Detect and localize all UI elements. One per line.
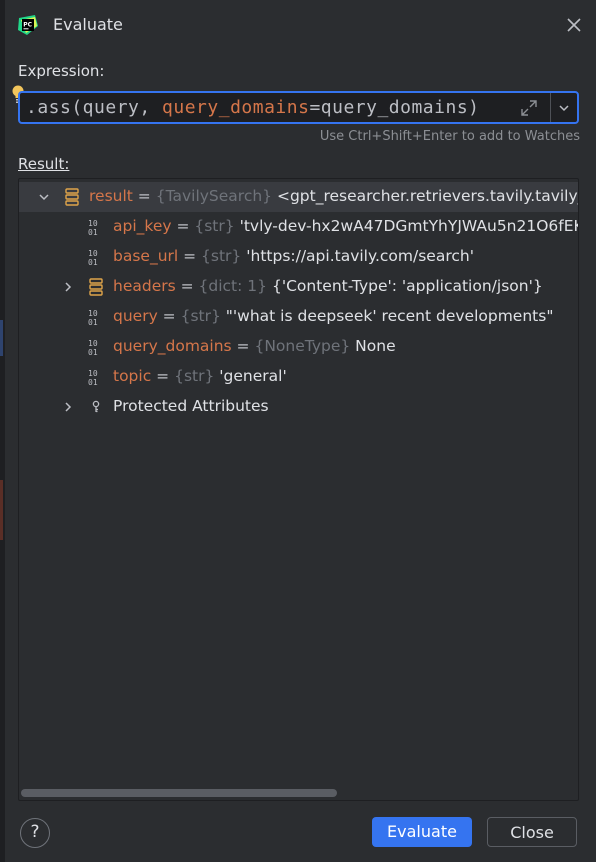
- tree-row-text: topic = {str} 'general': [113, 367, 287, 385]
- tree-row-protected-attributes[interactable]: Protected Attributes: [19, 392, 578, 422]
- tree-row-headers[interactable]: headers = {dict: 1} {'Content-Type': 'ap…: [19, 272, 578, 302]
- chevron-down-icon[interactable]: [36, 189, 52, 205]
- var-value: 'general': [219, 367, 287, 385]
- close-button[interactable]: Close: [487, 817, 577, 847]
- evaluate-button[interactable]: Evaluate: [372, 817, 472, 847]
- watches-hint: Use Ctrl+Shift+Enter to add to Watches: [319, 129, 580, 144]
- svg-text:10: 10: [88, 309, 98, 318]
- svg-text:01: 01: [88, 318, 98, 327]
- svg-text:10: 10: [88, 369, 98, 378]
- tree-row-query-domains[interactable]: 10 01 query_domains = {NoneType} None: [19, 332, 578, 362]
- tree-row-text: base_url = {str} 'https://api.tavily.com…: [113, 247, 474, 265]
- svg-text:01: 01: [88, 258, 98, 267]
- primitive-value-icon: 10 01: [88, 309, 98, 327]
- key-icon: [92, 400, 100, 413]
- tree-row-base-url[interactable]: 10 01 base_url = {str} 'https://api.tavi…: [19, 242, 578, 272]
- var-type: {str}: [201, 247, 242, 265]
- var-name: query: [113, 307, 158, 325]
- chevron-down-icon[interactable]: [556, 100, 572, 116]
- expression-text[interactable]: .ass(query, query_domains=query_domains): [26, 97, 480, 118]
- tree-row-result[interactable]: result = {TavilySearch} <gpt_researcher.…: [19, 182, 578, 212]
- result-tree[interactable]: result = {TavilySearch} <gpt_researcher.…: [18, 178, 579, 801]
- var-name: api_key: [113, 217, 172, 235]
- object-icon: [65, 188, 79, 206]
- tree-row-text: result = {TavilySearch} <gpt_researcher.…: [89, 187, 578, 205]
- primitive-value-icon: 10 01: [88, 369, 98, 387]
- var-value: 'tvly-dev-hx2wA47DGmtYhYJWAu5n21O6fEK9': [239, 217, 579, 235]
- svg-text:10: 10: [88, 339, 98, 348]
- var-value: 'https://api.tavily.com/search': [246, 247, 474, 265]
- var-type: {str}: [174, 367, 215, 385]
- tree-row-topic[interactable]: 10 01 topic = {str} 'general': [19, 362, 578, 392]
- tree-row-query[interactable]: 10 01 query = {str} "'what is deepseek' …: [19, 302, 578, 332]
- var-type: {dict: 1}: [198, 277, 268, 295]
- protected-attributes-label: Protected Attributes: [113, 397, 269, 415]
- help-button[interactable]: ?: [20, 818, 50, 848]
- tree-row-api-key[interactable]: 10 01 api_key = {str} 'tvly-dev-hx2wA47D…: [19, 212, 579, 242]
- tree-row-text: api_key = {str} 'tvly-dev-hx2wA47DGmtYhY…: [113, 217, 579, 235]
- var-name: base_url: [113, 247, 179, 265]
- svg-text:01: 01: [88, 378, 98, 387]
- svg-text:01: 01: [88, 348, 98, 357]
- equals-sign: =: [175, 277, 199, 295]
- chevron-right-icon[interactable]: [60, 279, 76, 295]
- var-value: "'what is deepseek' recent developments": [225, 307, 554, 325]
- expression-input[interactable]: .ass(query, query_domains=query_domains): [18, 91, 579, 124]
- background-ide-marker: [0, 320, 3, 356]
- var-value: {'Content-Type': 'application/json'}: [271, 277, 543, 295]
- primitive-value-icon: 10 01: [88, 339, 98, 357]
- expression-prefix: .ass(query,: [26, 97, 163, 118]
- title-bar: PC Evaluate: [5, 0, 596, 50]
- expression-label: Expression:: [18, 62, 105, 80]
- horizontal-scrollbar[interactable]: [21, 789, 337, 797]
- var-name: topic: [113, 367, 152, 385]
- close-icon[interactable]: [565, 16, 583, 34]
- result-label-text: Result:: [18, 155, 70, 173]
- equals-sign: =: [132, 187, 156, 205]
- background-ide-marker: [0, 480, 3, 540]
- equals-sign: =: [231, 337, 255, 355]
- var-type: {str}: [194, 217, 235, 235]
- pycharm-icon: PC: [18, 15, 38, 35]
- object-icon: [89, 278, 103, 296]
- var-type: {NoneType}: [254, 337, 351, 355]
- var-value: None: [355, 337, 396, 355]
- equals-sign: =: [157, 307, 181, 325]
- result-label: Result:: [18, 155, 69, 173]
- equals-sign: =: [151, 367, 175, 385]
- primitive-value-icon: 10 01: [88, 249, 98, 267]
- svg-text:10: 10: [88, 249, 98, 258]
- tree-row-text: headers = {dict: 1} {'Content-Type': 'ap…: [113, 277, 543, 295]
- equals-sign: =: [171, 217, 195, 235]
- expression-kwarg: query_domains: [162, 97, 310, 118]
- svg-text:PC: PC: [23, 22, 32, 29]
- expand-icon[interactable]: [519, 98, 539, 118]
- var-type: {str}: [180, 307, 221, 325]
- expression-divider: [550, 93, 551, 122]
- evaluate-dialog: PC Evaluate Expression: .ass(query, quer…: [5, 0, 596, 862]
- svg-text:10: 10: [88, 219, 98, 228]
- var-value: <gpt_researcher.retrievers.tavily.tavily…: [276, 187, 578, 205]
- var-name: result: [89, 187, 133, 205]
- chevron-right-icon[interactable]: [60, 399, 76, 415]
- var-name: query_domains: [113, 337, 232, 355]
- expression-suffix: =query_domains): [309, 97, 480, 118]
- var-type: {TavilySearch}: [155, 187, 273, 205]
- dialog-title: Evaluate: [53, 15, 123, 34]
- equals-sign: =: [178, 247, 202, 265]
- primitive-value-icon: 10 01: [88, 219, 98, 237]
- var-name: headers: [113, 277, 176, 295]
- tree-row-text: query = {str} "'what is deepseek' recent…: [113, 307, 553, 325]
- svg-text:01: 01: [88, 228, 98, 237]
- tree-row-text: query_domains = {NoneType} None: [113, 337, 396, 355]
